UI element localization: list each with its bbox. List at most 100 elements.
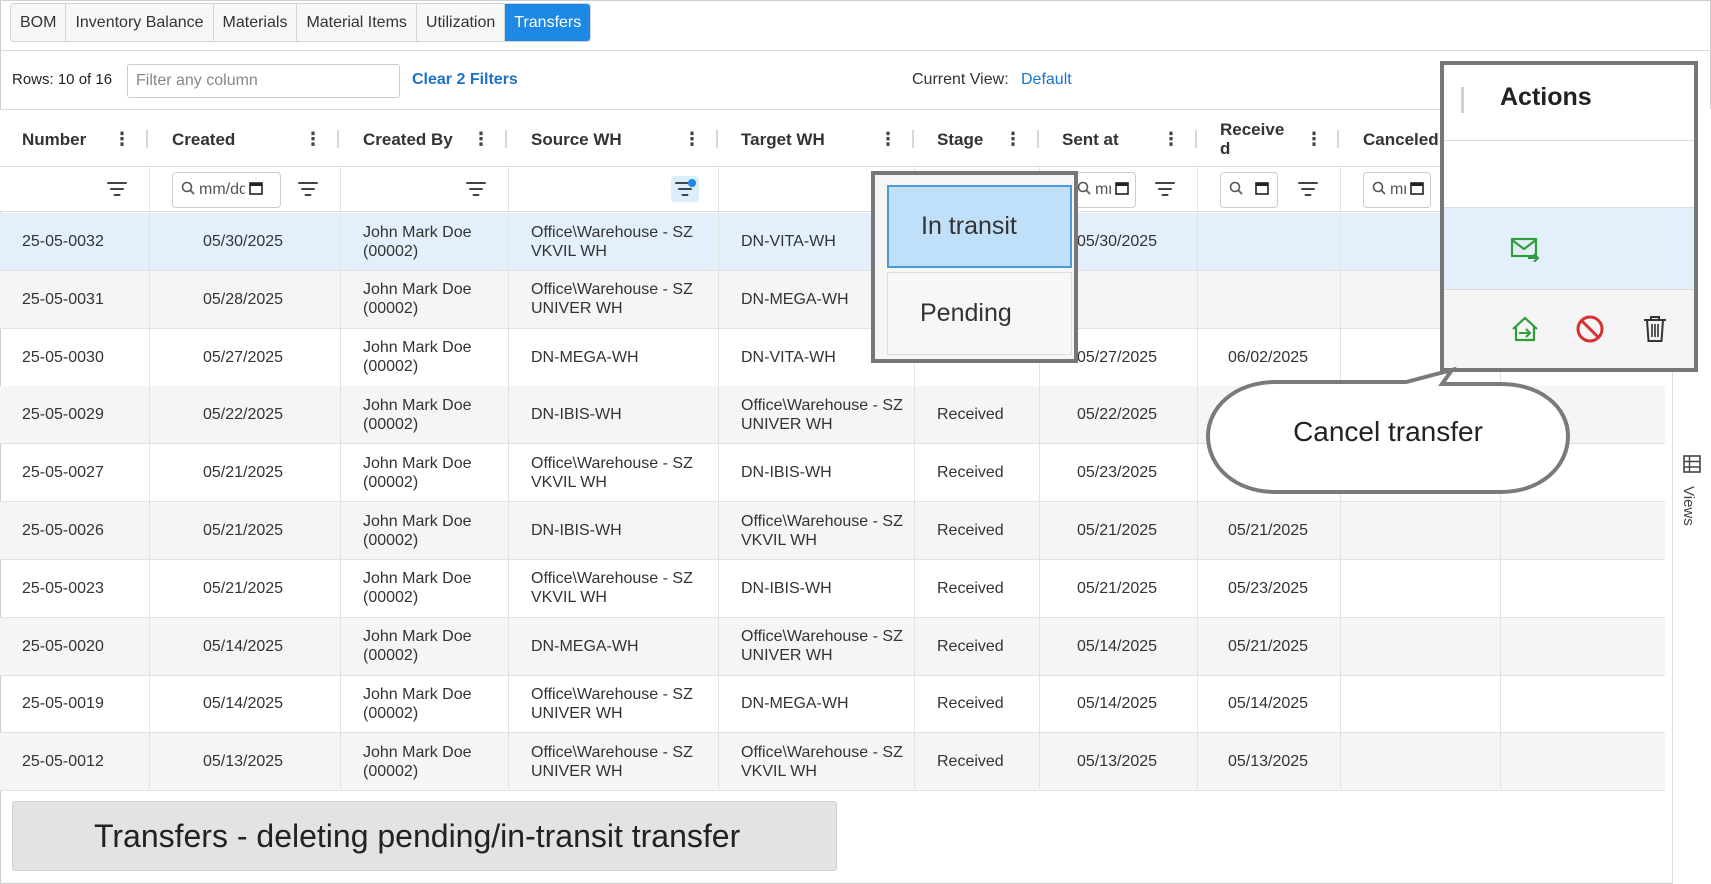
cell-created-by: John Mark Doe (00002): [363, 281, 472, 318]
calendar-icon[interactable]: [1410, 181, 1424, 200]
active-filter-icon[interactable]: [671, 176, 699, 202]
current-view-link[interactable]: Default: [1021, 71, 1072, 89]
tab-bom[interactable]: BOM: [11, 4, 67, 41]
views-label[interactable]: Views: [1680, 486, 1697, 526]
tab-materials[interactable]: Materials: [213, 4, 298, 41]
col-header-canceled[interactable]: Canceled: [1363, 110, 1439, 168]
column-resize-handle[interactable]: [337, 130, 339, 148]
filter-icon[interactable]: [462, 176, 490, 202]
column-resize-handle[interactable]: [1461, 87, 1464, 113]
table-row[interactable]: 25-05-0019 05/14/2025 John Mark Doe (00002…: [0, 675, 1665, 734]
column-menu-icon[interactable]: ⋮: [879, 130, 897, 148]
column-resize-handle[interactable]: [146, 130, 148, 148]
send-out-icon[interactable]: [1508, 312, 1542, 346]
cell-sent-at: 05/21/2025: [1077, 579, 1158, 597]
col-header-received[interactable]: Receive d: [1220, 110, 1290, 168]
col-header-sent-at[interactable]: Sent at: [1062, 110, 1119, 168]
column-menu-icon[interactable]: ⋮: [472, 130, 490, 148]
mail-receive-icon[interactable]: [1508, 232, 1542, 266]
column-resize-handle[interactable]: [1037, 130, 1039, 148]
calendar-icon[interactable]: [249, 181, 263, 200]
cell-sent-at: 05/22/2025: [1077, 406, 1158, 424]
cell-created-by: John Mark Doe (00002): [363, 339, 472, 376]
filter-icon[interactable]: [1151, 176, 1179, 202]
cell-target-wh: Office\Warehouse - SZ VKVIL WH: [741, 512, 903, 549]
search-icon: [1077, 181, 1091, 200]
actions-row: [1444, 290, 1694, 368]
column-menu-icon[interactable]: ⋮: [304, 130, 322, 148]
calendar-icon[interactable]: [1255, 181, 1269, 200]
actions-title: Actions: [1500, 83, 1592, 111]
table-row[interactable]: 25-05-0020 05/14/2025 John Mark Doe (00002…: [0, 617, 1665, 676]
column-menu-icon[interactable]: ⋮: [1305, 130, 1323, 148]
canceled-date-filter[interactable]: mm/dd/yyyy: [1363, 172, 1431, 208]
filter-icon[interactable]: [294, 176, 322, 202]
column-divider: [718, 167, 719, 789]
cell-created-by: John Mark Doe (00002): [363, 570, 472, 607]
cell-number: 25-05-0031: [22, 290, 104, 308]
received-date-filter[interactable]: [1220, 172, 1278, 208]
col-header-created-by[interactable]: Created By: [363, 110, 453, 168]
clear-filters-link[interactable]: Clear 2 Filters: [412, 71, 518, 89]
cell-stage: Received: [937, 579, 1004, 597]
stage-option-pending[interactable]: Pending: [887, 272, 1072, 355]
column-menu-icon[interactable]: ⋮: [1162, 130, 1180, 148]
column-resize-handle[interactable]: [912, 130, 914, 148]
cell-target-wh: DN-MEGA-WH: [741, 695, 849, 713]
col-header-target-wh[interactable]: Target WH: [741, 110, 825, 168]
table-row[interactable]: 25-05-0012 05/13/2025 John Mark Doe (00002…: [0, 733, 1665, 792]
filter-icon[interactable]: [103, 176, 131, 202]
column-divider: [149, 167, 150, 789]
col-header-source-wh[interactable]: Source WH: [531, 110, 622, 168]
column-resize-handle[interactable]: [505, 130, 507, 148]
column-menu-icon[interactable]: ⋮: [113, 130, 131, 148]
cell-target-wh: Office\Warehouse - SZ UNIVER WH: [741, 628, 903, 665]
col-header-received-label: Receive d: [1220, 120, 1285, 158]
cell-stage: Received: [937, 637, 1004, 655]
stage-option-in-transit[interactable]: In transit: [887, 185, 1072, 268]
col-header-number[interactable]: Number: [22, 110, 86, 168]
trash-icon[interactable]: [1638, 312, 1672, 346]
table-row[interactable]: 25-05-0026 05/21/2025 John Mark Doe (00002…: [0, 502, 1665, 560]
col-header-stage[interactable]: Stage: [937, 110, 983, 168]
tab-inventory-balance[interactable]: Inventory Balance: [66, 4, 214, 41]
table-grid-icon[interactable]: [1683, 455, 1701, 478]
column-menu-icon[interactable]: ⋮: [683, 130, 701, 148]
cell-created-by: John Mark Doe (00002): [363, 628, 472, 665]
search-icon: [1372, 181, 1386, 200]
cell-source-wh: Office\Warehouse - SZ UNIVER WH: [531, 685, 693, 722]
tab-material-items[interactable]: Material Items: [297, 4, 417, 41]
created-date-filter[interactable]: mm/dd/yyyy: [172, 172, 281, 208]
filter-icon[interactable]: [1294, 176, 1322, 202]
filter-any-column-input[interactable]: [127, 64, 400, 98]
cell-created: 05/14/2025: [203, 695, 284, 713]
cell-created-by: John Mark Doe (00002): [363, 512, 472, 549]
column-resize-handle[interactable]: [716, 130, 718, 148]
cell-source-wh: DN-IBIS-WH: [531, 406, 622, 424]
cell-canceled: [1363, 733, 1493, 790]
column-resize-handle[interactable]: [1195, 130, 1197, 148]
cell-created: 05/21/2025: [203, 522, 284, 539]
cell-received: [1228, 213, 1338, 270]
cell-created: 05/28/2025: [203, 290, 284, 308]
cell-created-by: John Mark Doe (00002): [363, 743, 472, 780]
calendar-icon[interactable]: [1115, 181, 1129, 200]
cell-sent-at: 05/30/2025: [1077, 233, 1158, 250]
actions-panel: Actions: [1440, 61, 1698, 372]
table-row[interactable]: 25-05-0031 05/28/2025 John Mark Doe (00002…: [0, 270, 1665, 329]
column-resize-handle[interactable]: [1337, 130, 1339, 148]
table-row[interactable]: 25-05-0032 05/30/2025 John Mark Doe (00002…: [0, 213, 1665, 271]
column-divider: [1197, 167, 1198, 789]
tab-transfers[interactable]: Transfers: [505, 4, 591, 41]
sent-at-date-filter[interactable]: mm/dd/yyyy: [1068, 172, 1136, 208]
table-row[interactable]: 25-05-0023 05/21/2025 John Mark Doe (00002…: [0, 560, 1665, 618]
tab-utilization[interactable]: Utilization: [416, 4, 506, 41]
cancel-icon[interactable]: [1573, 312, 1607, 346]
sent-at-date-placeholder: mm/dd/yyyy: [1095, 181, 1111, 198]
col-header-created[interactable]: Created: [172, 110, 235, 168]
grid-header: Number ⋮ Created ⋮ Created By ⋮ Source W…: [0, 109, 1665, 167]
column-menu-icon[interactable]: ⋮: [1004, 130, 1022, 148]
cell-sent-at: 05/21/2025: [1077, 522, 1158, 539]
grid-filter-row: mm/dd/yyyy mm/dd/yyyy mm: [0, 167, 1665, 212]
filter-active-dot: [688, 179, 696, 187]
